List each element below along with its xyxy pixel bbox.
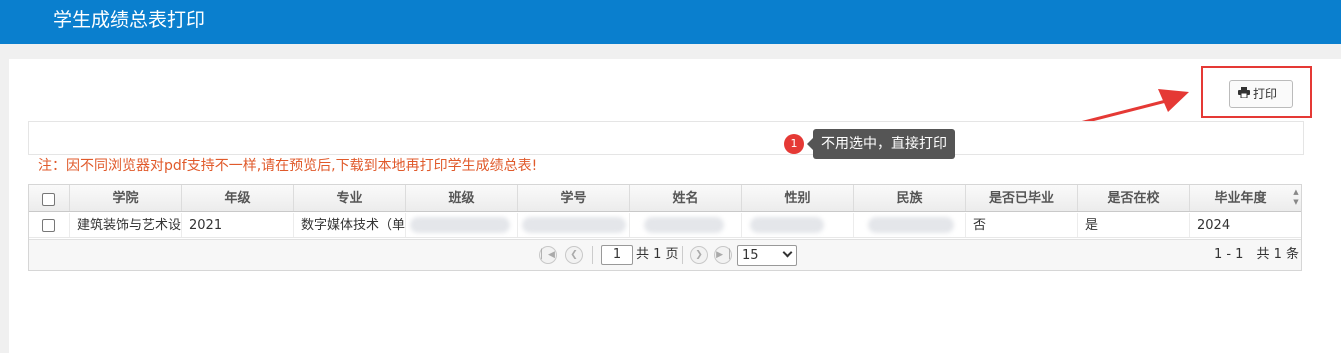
pager-divider	[592, 246, 593, 264]
select-all-checkbox[interactable]	[42, 193, 55, 206]
chevron-down-icon	[782, 247, 793, 258]
cell-gender	[742, 213, 854, 237]
sort-arrows-icon[interactable]: ▲ ▼	[1291, 187, 1301, 209]
cell-college: 建筑装饰与艺术设	[70, 213, 182, 237]
row-checkbox[interactable]	[42, 219, 55, 232]
print-note: 注：因不同浏览器对pdf支持不一样,请在预览后,下载到本地再打印学生成绩总表!	[38, 158, 538, 174]
column-header-in-school[interactable]: 是否在校	[1078, 185, 1190, 211]
cell-graduated: 否	[966, 213, 1078, 237]
redacted-mark	[750, 217, 824, 233]
table-row[interactable]: 建筑装饰与艺术设 2021 数字媒体技术（单 否 是 2024	[29, 213, 1301, 238]
cell-grad-year: 2024	[1197, 218, 1231, 233]
print-button-label: 打印	[1253, 87, 1278, 101]
cell-name	[630, 213, 742, 237]
column-header-ethnicity[interactable]: 民族	[854, 185, 966, 211]
search-area	[28, 121, 1304, 155]
record-count-label: 1 - 1 共 1 条	[1213, 247, 1299, 262]
step-badge: 1	[784, 134, 804, 154]
cell-class	[406, 213, 518, 237]
column-header-major[interactable]: 专业	[294, 185, 406, 211]
column-header-student-id[interactable]: 学号	[518, 185, 630, 211]
cell-ethnicity	[854, 213, 966, 237]
row-select-cell	[29, 213, 70, 237]
last-page-icon[interactable]: ▶▕	[714, 246, 732, 264]
cell-student-id	[518, 213, 630, 237]
table-header: 学院 年级 专业 班级 学号 姓名 性别 民族 是否已毕业 是否在校 毕业年度 …	[29, 185, 1301, 212]
app-header: 学生成绩总表打印	[0, 0, 1341, 44]
cell-major: 数字媒体技术（单	[294, 213, 406, 237]
pager-divider	[682, 246, 683, 264]
cell-grade: 2021	[182, 213, 294, 237]
redacted-mark	[644, 217, 724, 233]
print-button[interactable]: 打印	[1229, 80, 1293, 108]
cell-in-school: 是	[1078, 213, 1190, 237]
pagination-bar: ▏◀ ❮ 1 共 1 页 ❯ ▶▕ 15 1 - 1 共 1 条	[29, 239, 1301, 270]
column-header-class[interactable]: 班级	[406, 185, 518, 211]
printer-icon	[1238, 81, 1250, 107]
redacted-mark	[868, 217, 954, 233]
first-page-icon[interactable]: ▏◀	[539, 246, 557, 264]
header-select-cell	[29, 185, 70, 211]
page-title: 学生成绩总表打印	[53, 9, 206, 31]
column-header-graduated[interactable]: 是否已毕业	[966, 185, 1078, 211]
total-pages-label: 共 1 页	[636, 247, 679, 262]
score-table: 学院 年级 专业 班级 学号 姓名 性别 民族 是否已毕业 是否在校 毕业年度 …	[28, 184, 1302, 271]
column-header-gender[interactable]: 性别	[742, 185, 854, 211]
next-page-icon[interactable]: ❯	[690, 246, 708, 264]
redacted-mark	[522, 217, 626, 233]
column-header-grad-year[interactable]: 毕业年度	[1190, 185, 1291, 211]
column-header-grade[interactable]: 年级	[182, 185, 294, 211]
redacted-mark	[410, 217, 510, 233]
page-size-select[interactable]: 15	[737, 245, 797, 266]
column-header-name[interactable]: 姓名	[630, 185, 742, 211]
hint-tooltip: 不用选中，直接打印	[807, 129, 955, 159]
column-header-college[interactable]: 学院	[70, 185, 182, 211]
page-size-value: 15	[742, 248, 759, 263]
prev-page-icon[interactable]: ❮	[565, 246, 583, 264]
page-number-input[interactable]: 1	[601, 245, 633, 265]
